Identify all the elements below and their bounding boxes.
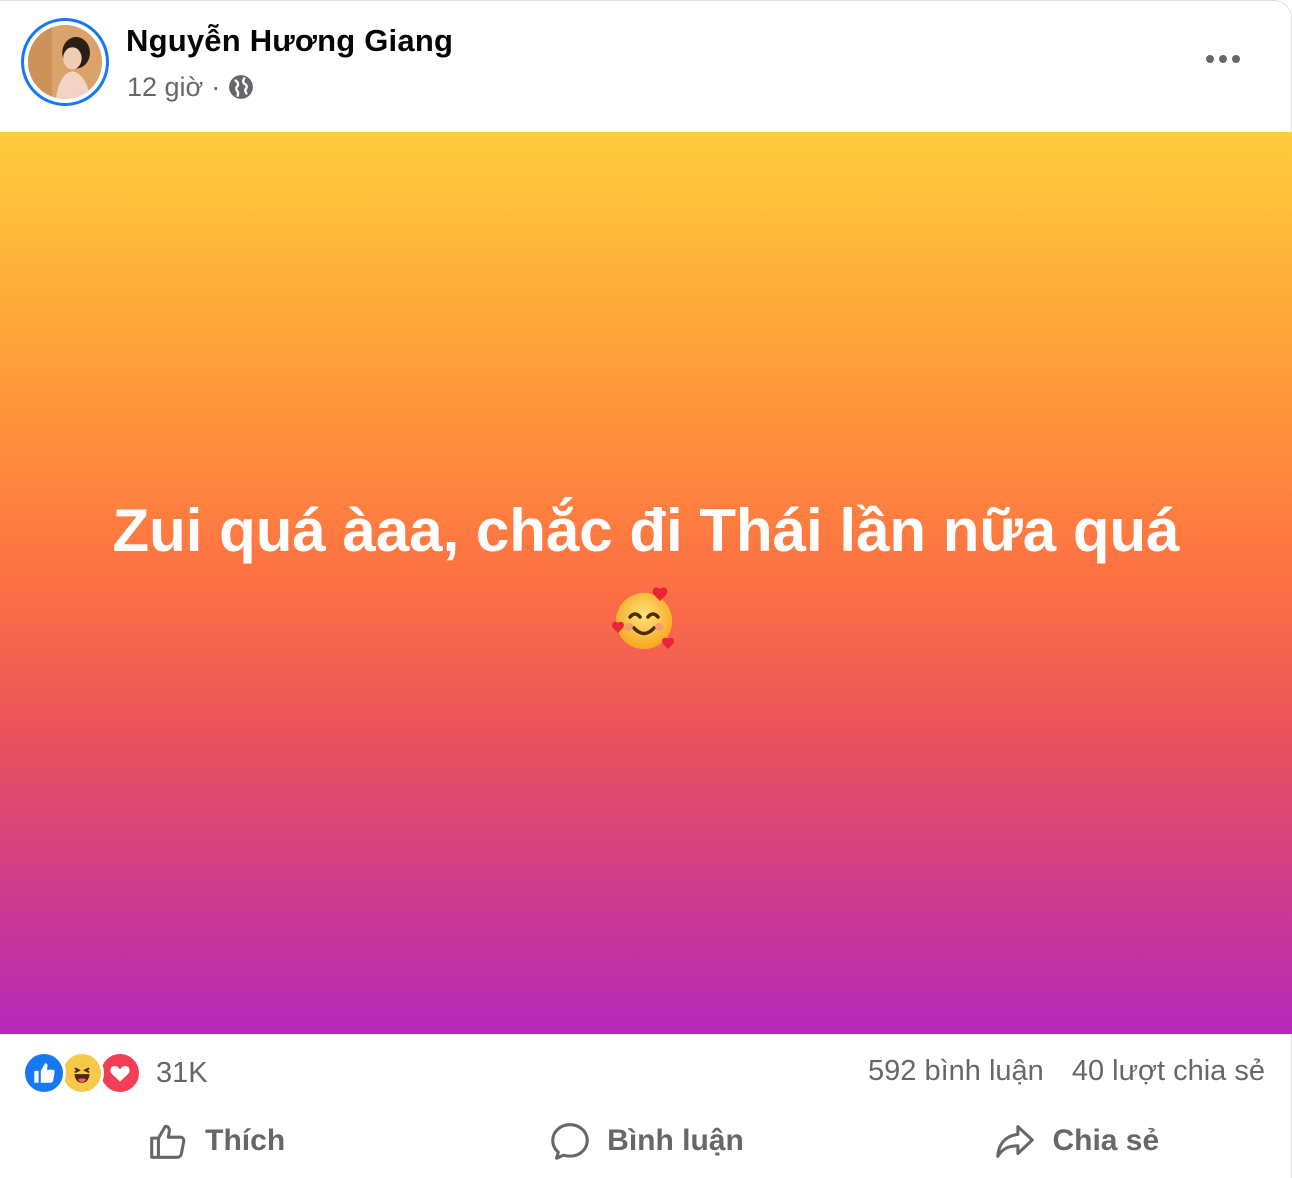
like-label: Thích — [205, 1124, 286, 1157]
share-button[interactable]: Chia sẻ — [861, 1107, 1291, 1175]
reaction-summary[interactable]: 31K — [22, 1051, 208, 1095]
post-header: Nguyễn Hương Giang 12 giờ · — [0, 1, 1291, 133]
post-stats: 31K 592 bình luận 40 lượt chia sẻ — [0, 1041, 1291, 1107]
post-background[interactable]: Zui quá àaa, chắc đi Thái lần nữa quá — [0, 132, 1292, 1034]
author-avatar[interactable] — [21, 18, 109, 106]
comment-button[interactable]: Bình luận — [430, 1107, 860, 1175]
love-reaction-icon — [98, 1051, 142, 1095]
author-name[interactable]: Nguyễn Hương Giang — [126, 23, 453, 59]
post-meta: 12 giờ · — [127, 71, 254, 103]
engagement-counts: 592 bình luận 40 lượt chia sẻ — [868, 1055, 1265, 1088]
smiling-face-with-hearts-icon — [610, 583, 682, 655]
like-button[interactable]: Thích — [0, 1107, 430, 1175]
post-card: Nguyễn Hương Giang 12 giờ · Zui quá àaa,… — [0, 0, 1292, 1178]
comment-count[interactable]: 592 bình luận — [868, 1055, 1044, 1088]
more-dot — [1219, 55, 1227, 63]
post-actions: Thích Bình luận Chia sẻ — [0, 1107, 1291, 1175]
post-text: Zui quá àaa, chắc đi Thái lần nữa quá — [112, 497, 1180, 564]
share-label: Chia sẻ — [1052, 1124, 1160, 1157]
like-icon — [145, 1118, 191, 1164]
post-text-block: Zui quá àaa, chắc đi Thái lần nữa quá — [56, 489, 1236, 657]
like-reaction-icon — [22, 1051, 66, 1095]
haha-reaction-icon — [60, 1051, 104, 1095]
more-dot — [1206, 55, 1214, 63]
meta-separator: · — [211, 71, 221, 102]
more-options-icon[interactable] — [1201, 41, 1245, 77]
share-count[interactable]: 40 lượt chia sẻ — [1072, 1055, 1265, 1088]
comment-icon — [547, 1118, 593, 1164]
share-icon — [992, 1118, 1038, 1164]
more-dot — [1232, 55, 1240, 63]
avatar-image — [28, 25, 102, 99]
avatar-portrait — [28, 25, 102, 99]
post-time[interactable]: 12 giờ — [127, 72, 203, 103]
globe-icon[interactable] — [228, 74, 254, 100]
comment-label: Bình luận — [607, 1124, 744, 1157]
reaction-count: 31K — [156, 1056, 208, 1089]
